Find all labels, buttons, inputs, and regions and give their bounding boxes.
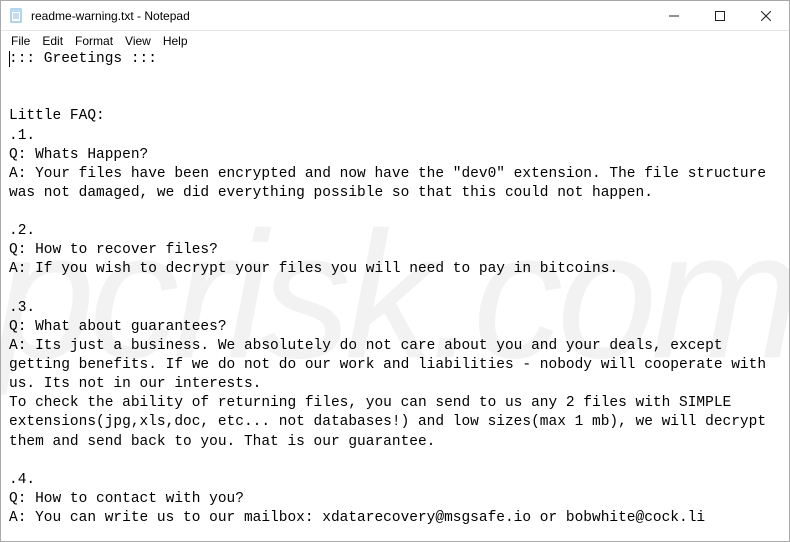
- notepad-window: readme-warning.txt - Notepad File Edit F…: [0, 0, 790, 542]
- window-controls: [651, 1, 789, 30]
- menu-help[interactable]: Help: [157, 33, 194, 49]
- window-title: readme-warning.txt - Notepad: [31, 9, 190, 23]
- document-text: ::: Greetings ::: Little FAQ: .1. Q: Wha…: [9, 51, 775, 526]
- minimize-button[interactable]: [651, 1, 697, 30]
- menu-view[interactable]: View: [119, 33, 157, 49]
- text-area[interactable]: ::: Greetings ::: Little FAQ: .1. Q: Wha…: [1, 50, 789, 541]
- notepad-icon: [9, 8, 25, 24]
- menu-file[interactable]: File: [5, 33, 36, 49]
- close-button[interactable]: [743, 1, 789, 30]
- titlebar-left: readme-warning.txt - Notepad: [1, 8, 651, 24]
- menu-format[interactable]: Format: [69, 33, 119, 49]
- menu-edit[interactable]: Edit: [36, 33, 69, 49]
- menubar: File Edit Format View Help: [1, 31, 789, 50]
- titlebar: readme-warning.txt - Notepad: [1, 1, 789, 31]
- maximize-button[interactable]: [697, 1, 743, 30]
